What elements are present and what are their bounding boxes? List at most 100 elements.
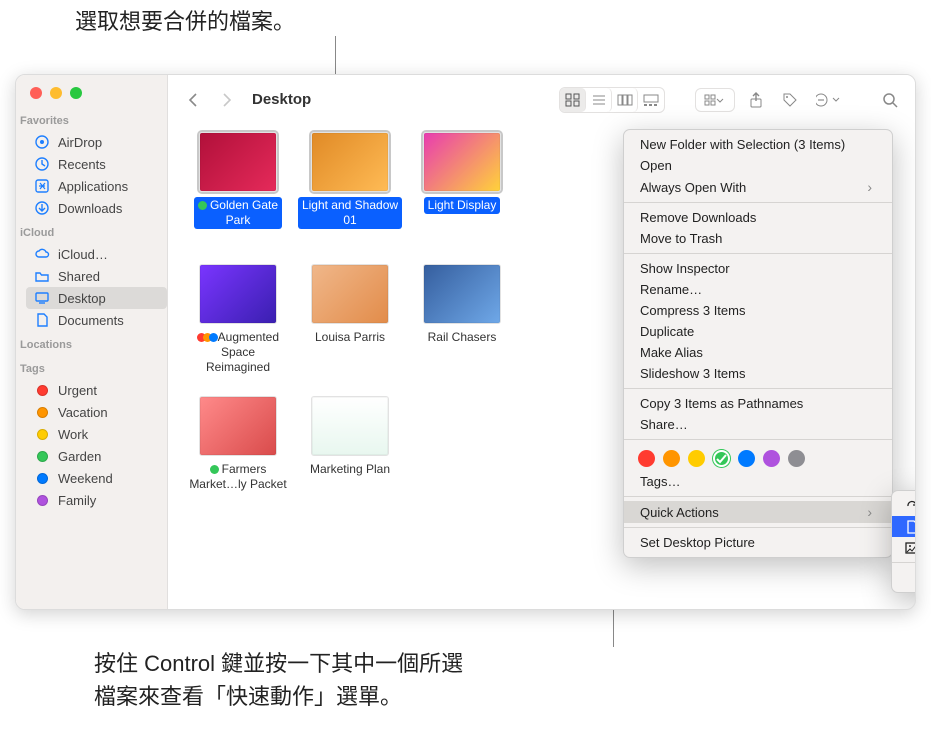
- tag-color-dot[interactable]: [763, 450, 780, 467]
- sidebar-item-label: Garden: [58, 449, 101, 464]
- menu-item[interactable]: Duplicate: [624, 321, 892, 342]
- tag-color-dot[interactable]: [738, 450, 755, 467]
- menu-item[interactable]: Slideshow 3 Items: [624, 363, 892, 384]
- tag-color-dot[interactable]: [688, 450, 705, 467]
- sidebar-item-work[interactable]: Work: [26, 423, 167, 445]
- menu-item[interactable]: Quick Actions: [624, 501, 892, 523]
- sidebar-item-desktop[interactable]: Desktop: [26, 287, 167, 309]
- tag-icon: [34, 470, 50, 486]
- tags-button[interactable]: [777, 88, 803, 112]
- menu-item-label: Remove Downloads: [640, 210, 756, 225]
- back-button[interactable]: [180, 88, 206, 112]
- view-icon[interactable]: [560, 88, 586, 112]
- context-menu: New Folder with Selection (3 Items)Open A…: [623, 129, 893, 558]
- file-item[interactable]: Louisa Parris: [294, 264, 406, 392]
- window-title: Desktop: [252, 91, 311, 108]
- menu-item-label: Tags…: [640, 474, 680, 489]
- file-label: AugmentedSpace Reimagined: [184, 329, 292, 376]
- submenu-item[interactable]: Create PDF: [892, 516, 916, 537]
- sidebar-item-documents[interactable]: Documents: [26, 309, 167, 331]
- more-button[interactable]: [811, 88, 847, 112]
- file-item[interactable]: AugmentedSpace Reimagined: [182, 264, 294, 392]
- menu-item-label: Duplicate: [640, 324, 694, 339]
- file-thumbnail: [423, 132, 501, 192]
- main-area: Desktop Golden GateParkLight and Shadow0…: [168, 75, 915, 609]
- view-gallery[interactable]: [638, 88, 664, 112]
- search-button[interactable]: [877, 88, 903, 112]
- sidebar-item-label: Vacation: [58, 405, 108, 420]
- file-item[interactable]: FarmersMarket…ly Packet: [182, 396, 294, 524]
- menu-item-label: Set Desktop Picture: [640, 535, 755, 550]
- menu-item[interactable]: Open: [624, 155, 892, 176]
- sidebar-item-family[interactable]: Family: [26, 489, 167, 511]
- submenu-item[interactable]: Customize…: [892, 567, 916, 588]
- menu-item-label: Copy 3 Items as Pathnames: [640, 396, 803, 411]
- sidebar-item-label: AirDrop: [58, 135, 102, 150]
- tag-icon: [34, 426, 50, 442]
- file-label: Marketing Plan: [306, 461, 394, 478]
- share-button[interactable]: [743, 88, 769, 112]
- menu-item[interactable]: Show Inspector: [624, 258, 892, 279]
- menu-item-label: Quick Actions: [640, 505, 719, 520]
- sidebar-item-applications[interactable]: Applications: [26, 175, 167, 197]
- menu-item[interactable]: Compress 3 Items: [624, 300, 892, 321]
- finder-window: FavoritesAirDropRecentsApplicationsDownl…: [15, 74, 916, 610]
- sidebar-item-label: Documents: [58, 313, 124, 328]
- menu-item[interactable]: Share…: [624, 414, 892, 435]
- menu-separator: [624, 496, 892, 497]
- sidebar-item-weekend[interactable]: Weekend: [26, 467, 167, 489]
- tag-color-dot[interactable]: [663, 450, 680, 467]
- sidebar: FavoritesAirDropRecentsApplicationsDownl…: [16, 75, 168, 609]
- menu-item[interactable]: New Folder with Selection (3 Items): [624, 134, 892, 155]
- tag-color-dot[interactable]: [788, 450, 805, 467]
- sidebar-item-label: Applications: [58, 179, 128, 194]
- sidebar-item-label: Desktop: [58, 291, 106, 306]
- sidebar-item-shared[interactable]: Shared: [26, 265, 167, 287]
- file-thumbnail: [199, 264, 277, 324]
- menu-item[interactable]: Make Alias: [624, 342, 892, 363]
- tag-color-dot[interactable]: [638, 450, 655, 467]
- menu-item-label: Always Open With: [640, 180, 746, 195]
- submenu-item[interactable]: Convert Image: [892, 537, 916, 558]
- file-thumbnail: [311, 396, 389, 456]
- sidebar-item-urgent[interactable]: Urgent: [26, 379, 167, 401]
- tag-icon: [34, 404, 50, 420]
- menu-separator: [624, 439, 892, 440]
- menu-separator: [892, 562, 916, 563]
- file-label: Light and Shadow01: [298, 197, 402, 229]
- menu-item[interactable]: Rename…: [624, 279, 892, 300]
- file-item[interactable]: Golden GatePark: [182, 132, 294, 260]
- file-item[interactable]: Light and Shadow01: [294, 132, 406, 260]
- minimize-button[interactable]: [50, 87, 62, 99]
- file-item[interactable]: Marketing Plan: [294, 396, 406, 524]
- annotation-top-line: [335, 36, 336, 74]
- sidebar-item-downloads[interactable]: Downloads: [26, 197, 167, 219]
- sidebar-item-icloud-[interactable]: iCloud…: [26, 243, 167, 265]
- sidebar-item-vacation[interactable]: Vacation: [26, 401, 167, 423]
- file-item[interactable]: Light Display: [406, 132, 518, 260]
- zoom-button[interactable]: [70, 87, 82, 99]
- tag-color-dot[interactable]: [713, 450, 730, 467]
- menu-item[interactable]: Remove Downloads: [624, 207, 892, 228]
- group-button[interactable]: [695, 88, 735, 112]
- file-label: Light Display: [424, 197, 501, 214]
- menu-item[interactable]: Move to Trash: [624, 228, 892, 249]
- file-thumbnail: [311, 132, 389, 192]
- menu-item[interactable]: Copy 3 Items as Pathnames: [624, 393, 892, 414]
- menu-item[interactable]: Set Desktop Picture: [624, 532, 892, 553]
- file-item[interactable]: Rail Chasers: [406, 264, 518, 392]
- submenu-item[interactable]: Rotate Right: [892, 495, 916, 516]
- sidebar-item-label: Shared: [58, 269, 100, 284]
- close-button[interactable]: [30, 87, 42, 99]
- menu-item-label: Make Alias: [640, 345, 703, 360]
- view-list[interactable]: [586, 88, 612, 112]
- sidebar-item-garden[interactable]: Garden: [26, 445, 167, 467]
- menu-item-label: Show Inspector: [640, 261, 730, 276]
- view-column[interactable]: [612, 88, 638, 112]
- forward-button[interactable]: [214, 88, 240, 112]
- folder-icon: [34, 268, 50, 284]
- sidebar-item-recents[interactable]: Recents: [26, 153, 167, 175]
- menu-item[interactable]: Always Open With: [624, 176, 892, 198]
- sidebar-item-airdrop[interactable]: AirDrop: [26, 131, 167, 153]
- menu-item[interactable]: Tags…: [624, 471, 892, 492]
